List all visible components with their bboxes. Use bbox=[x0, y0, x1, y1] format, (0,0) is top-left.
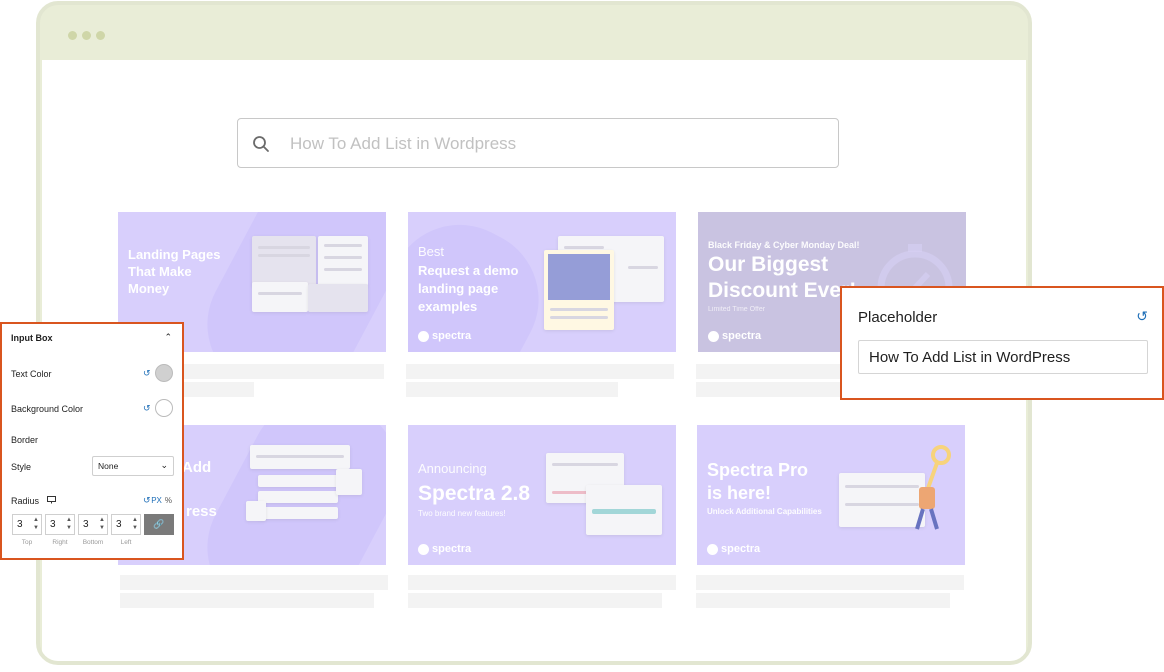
chevron-down-icon: ⌄ bbox=[160, 460, 168, 470]
unit-percent[interactable]: % bbox=[165, 496, 172, 505]
link-values-button[interactable]: 🔗 bbox=[144, 514, 174, 535]
background-color-swatch[interactable] bbox=[155, 399, 173, 417]
reset-icon[interactable]: ↺ bbox=[1136, 308, 1148, 325]
stepper-arrows-icon[interactable]: ▲ ▼ bbox=[33, 516, 39, 532]
placeholder-label: Placeholder bbox=[858, 309, 938, 326]
radius-label: Radius bbox=[11, 496, 40, 506]
stepper-arrows-icon[interactable]: ▲ ▼ bbox=[99, 516, 105, 532]
placeholder-value: How To Add List in WordPress bbox=[869, 349, 1071, 366]
stepper-arrows-icon[interactable]: ▲ ▼ bbox=[132, 516, 138, 532]
desktop-icon[interactable] bbox=[47, 496, 56, 504]
text-color-swatch[interactable] bbox=[155, 364, 173, 382]
link-icon: 🔗 bbox=[153, 519, 165, 529]
reset-icon[interactable]: ↺ bbox=[143, 368, 151, 379]
chevron-up-icon[interactable]: ⌃ bbox=[164, 332, 172, 343]
radius-side-label: Top bbox=[21, 539, 33, 546]
placeholder-input[interactable]: How To Add List in WordPress bbox=[858, 340, 1148, 374]
reset-icon[interactable]: ↺ bbox=[143, 495, 151, 506]
panel-title: Input Box bbox=[11, 333, 53, 343]
radius-side-label: Bottom bbox=[82, 539, 104, 546]
stepper-arrows-icon[interactable]: ▲ ▼ bbox=[66, 516, 72, 532]
style-label: Style bbox=[11, 462, 32, 472]
radius-side-label: Left bbox=[120, 539, 132, 546]
placeholder-settings-panel: Placeholder ↺ How To Add List in WordPre… bbox=[840, 286, 1164, 400]
border-style-select[interactable]: None ⌄ bbox=[92, 456, 174, 476]
window-dot-icon bbox=[82, 31, 91, 40]
radius-top-input[interactable]: 3 ▲ ▼ bbox=[12, 514, 42, 535]
window-dot-icon bbox=[96, 31, 105, 40]
border-style-value: None bbox=[98, 461, 119, 471]
radius-right-input[interactable]: 3 ▲ ▼ bbox=[45, 514, 75, 535]
unit-toggle[interactable]: PX% bbox=[151, 496, 172, 505]
border-label: Border bbox=[11, 435, 39, 445]
input-box-settings-panel: Input Box ⌃ Text Color ↺ Background Colo… bbox=[0, 322, 184, 560]
window-dot-icon bbox=[68, 31, 77, 40]
radius-bottom-input[interactable]: 3 ▲ ▼ bbox=[78, 514, 108, 535]
unit-px[interactable]: PX bbox=[151, 496, 162, 505]
background-color-label: Background Color bbox=[11, 404, 84, 414]
reset-icon[interactable]: ↺ bbox=[143, 403, 151, 414]
radius-side-label: Right bbox=[52, 539, 68, 546]
browser-titlebar bbox=[40, 5, 1028, 61]
radius-left-input[interactable]: 3 ▲ ▼ bbox=[111, 514, 141, 535]
text-color-label: Text Color bbox=[11, 369, 52, 379]
